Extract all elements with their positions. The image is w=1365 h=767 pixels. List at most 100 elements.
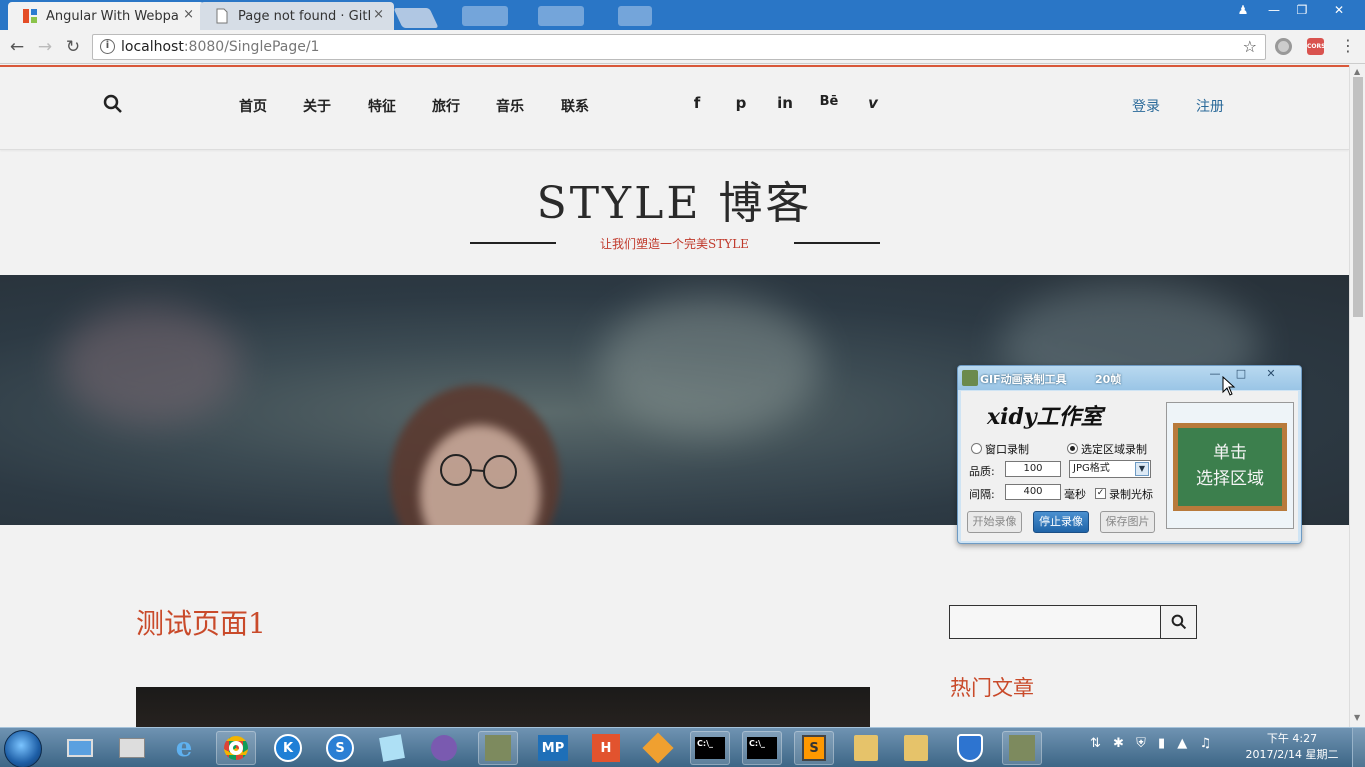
record-cursor-checkbox[interactable]: ✓: [1095, 488, 1106, 499]
sidebar-heading-popular: 热门文章: [950, 676, 1034, 700]
start-record-button[interactable]: 开始录像: [967, 511, 1022, 533]
sidebar-search-button[interactable]: [1160, 605, 1197, 639]
format-select[interactable]: JPG格式 ▼: [1069, 460, 1151, 478]
facebook-icon[interactable]: f: [685, 94, 709, 112]
forward-icon[interactable]: →: [34, 36, 56, 58]
register-link[interactable]: 注册: [1196, 96, 1224, 116]
close-icon[interactable]: ✕: [1258, 367, 1284, 383]
ie-icon[interactable]: e: [164, 731, 204, 765]
save-image-button[interactable]: 保存图片: [1100, 511, 1155, 533]
linkedin-icon[interactable]: in: [773, 94, 797, 112]
start-button[interactable]: [4, 730, 42, 767]
info-icon[interactable]: i: [100, 39, 115, 54]
minimize-window-icon[interactable]: —: [1260, 0, 1288, 20]
quality-label: 品质:: [969, 465, 995, 478]
vimeo-icon[interactable]: v: [861, 94, 885, 112]
close-tab-icon[interactable]: ×: [373, 7, 384, 22]
bluetooth-icon[interactable]: ✱: [1113, 736, 1124, 751]
taskbar-item-explorer[interactable]: [112, 731, 152, 765]
gif-tool-taskbar-icon[interactable]: [478, 731, 518, 765]
page-scrollbar[interactable]: ▲ ▼: [1349, 65, 1365, 727]
folder-icon[interactable]: [896, 731, 936, 765]
interval-input[interactable]: 400: [1005, 484, 1061, 500]
taskbar-item-desktop[interactable]: [60, 731, 100, 765]
stop-record-button[interactable]: 停止录像: [1033, 511, 1089, 533]
nav-contact[interactable]: 联系: [561, 96, 589, 116]
folder-icon[interactable]: [846, 731, 886, 765]
search-icon: [1171, 614, 1186, 630]
new-tab-button[interactable]: [393, 8, 439, 28]
pinterest-icon[interactable]: p: [729, 94, 753, 112]
gif-recorder-window: GIF动画录制工具 20帧 — □ ✕ xidy工作室 窗口录制 选定区域录制 …: [957, 365, 1302, 544]
nav-music[interactable]: 音乐: [496, 96, 524, 116]
gif-body: xidy工作室 窗口录制 选定区域录制 品质: 100 JPG格式 ▼ 间隔: …: [961, 391, 1298, 541]
quality-input[interactable]: 100: [1005, 461, 1061, 477]
behance-icon[interactable]: Bē: [817, 94, 841, 109]
address-bar[interactable]: i localhost:8080/SinglePage/1 ☆: [92, 34, 1266, 60]
nav-travel[interactable]: 旅行: [432, 96, 460, 116]
cmd-icon[interactable]: C:\_: [742, 731, 782, 765]
window-record-radio[interactable]: [971, 443, 982, 454]
h-app-icon[interactable]: H: [586, 731, 626, 765]
k-app-icon[interactable]: K: [268, 731, 308, 765]
format-value: JPG格式: [1073, 463, 1110, 474]
clock[interactable]: 下午 4:27 2017/2/14 星期二: [1242, 731, 1342, 763]
close-window-icon[interactable]: ✕: [1316, 0, 1362, 20]
studio-logo: xidy工作室: [987, 404, 1103, 430]
mp-app-icon[interactable]: MP: [533, 731, 573, 765]
scroll-down-icon[interactable]: ▼: [1354, 713, 1360, 722]
browser-menu-icon[interactable]: ⋮: [1340, 36, 1356, 55]
signal-icon[interactable]: ▲: [1177, 736, 1187, 751]
show-desktop-button[interactable]: [1352, 728, 1365, 767]
angular-favicon-icon: [23, 9, 37, 23]
region-record-radio[interactable]: [1067, 443, 1078, 454]
tab-title: Page not found · GitHub: [238, 8, 370, 24]
app-icon: [962, 370, 978, 386]
battery-icon[interactable]: ▮: [1158, 736, 1165, 751]
background-window: [462, 6, 508, 26]
git-app-icon[interactable]: [638, 731, 678, 765]
background-window: [538, 6, 584, 26]
nav-home[interactable]: 首页: [239, 96, 267, 116]
network-icon[interactable]: ⇅: [1090, 736, 1101, 751]
cat-app-icon[interactable]: [424, 731, 464, 765]
select-region-board[interactable]: 单击 选择区域: [1166, 402, 1294, 529]
login-link[interactable]: 登录: [1132, 96, 1160, 116]
chevron-down-icon[interactable]: ▼: [1135, 462, 1149, 476]
volume-icon[interactable]: ♫: [1199, 736, 1211, 751]
gif-window-title: GIF动画录制工具: [980, 373, 1067, 386]
tab-github[interactable]: Page not found · GitHub ×: [200, 2, 394, 30]
nav-features[interactable]: 特征: [368, 96, 396, 116]
reload-icon[interactable]: ↻: [62, 36, 84, 58]
bookmark-star-icon[interactable]: ☆: [1243, 37, 1257, 56]
scrollbar-thumb[interactable]: [1353, 77, 1363, 317]
scroll-up-icon[interactable]: ▲: [1354, 67, 1360, 76]
tab-title: Angular With Webpack: [46, 8, 178, 24]
cors-extension-icon[interactable]: CORS: [1307, 38, 1325, 55]
mouse-cursor-icon: [1222, 376, 1236, 396]
site-header: 首页 关于 特征 旅行 音乐 联系 f p in Bē v 登录 注册: [0, 67, 1349, 150]
shield-icon[interactable]: ⛨: [1136, 736, 1146, 751]
shield-icon[interactable]: [950, 731, 990, 765]
close-tab-icon[interactable]: ×: [183, 7, 194, 22]
record-cursor-label: 录制光标: [1109, 488, 1153, 501]
cmd-icon[interactable]: C:\_: [690, 731, 730, 765]
notepad-icon[interactable]: [372, 731, 412, 765]
back-icon[interactable]: ←: [6, 36, 28, 58]
glasses-shape: [440, 454, 517, 489]
chrome-icon[interactable]: [216, 731, 256, 765]
user-profile-icon[interactable]: ♟: [1229, 0, 1257, 20]
gif-tool-taskbar-icon[interactable]: [1002, 731, 1042, 765]
interval-label: 间隔:: [969, 488, 995, 501]
s-app-icon[interactable]: S: [320, 731, 360, 765]
gif-titlebar[interactable]: GIF动画录制工具 20帧 — □ ✕: [958, 366, 1301, 390]
tab-angular[interactable]: Angular With Webpack ×: [8, 2, 204, 30]
clock-time: 下午 4:27: [1266, 732, 1318, 745]
sublime-icon[interactable]: S: [794, 731, 834, 765]
search-icon[interactable]: [103, 94, 123, 114]
restore-window-icon[interactable]: ❐: [1288, 0, 1316, 20]
nav-about[interactable]: 关于: [303, 96, 331, 116]
clock-date: 2017/2/14 星期二: [1245, 748, 1339, 761]
extension-icon[interactable]: [1275, 38, 1292, 55]
sidebar-search-input[interactable]: [949, 605, 1161, 639]
